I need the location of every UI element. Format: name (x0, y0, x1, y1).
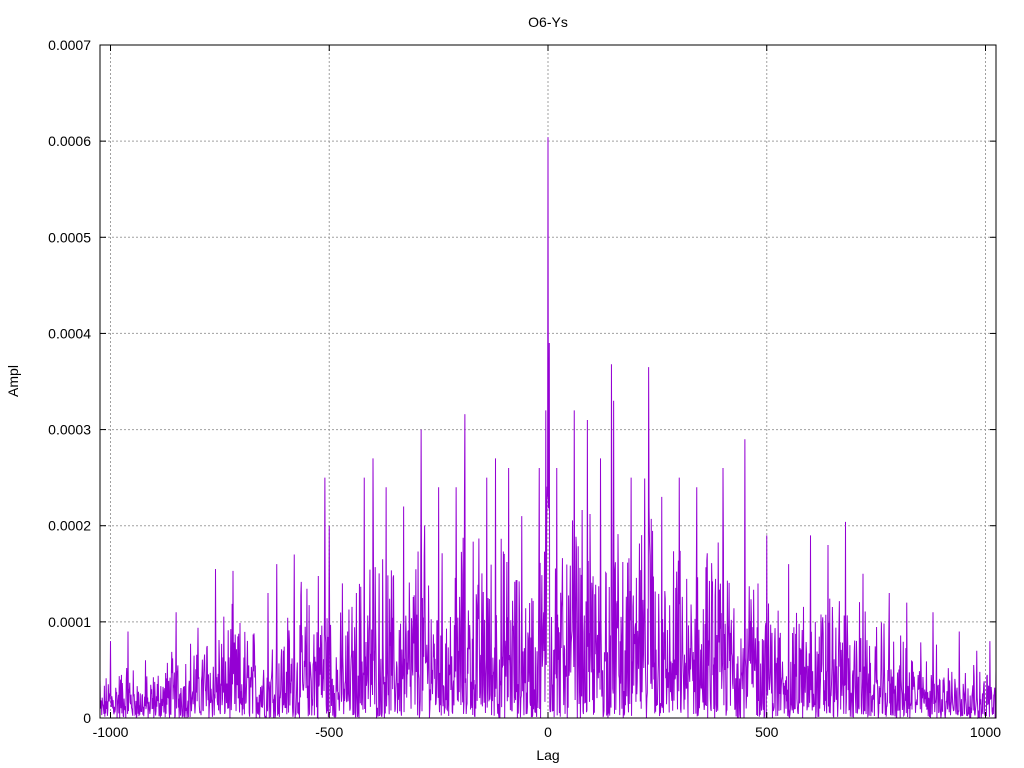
y-tick-label: 0.0005 (48, 229, 91, 245)
y-tick-label: 0.0006 (48, 133, 91, 149)
y-tick-label: 0.0002 (48, 518, 91, 534)
x-tick-label: 0 (544, 724, 552, 740)
x-tick-label: -500 (315, 724, 343, 740)
x-tick-label: 500 (755, 724, 779, 740)
y-tick-label: 0 (83, 710, 91, 726)
x-axis-label: Lag (536, 747, 559, 763)
y-axis-label: Ampl (5, 365, 21, 397)
y-tick-label: 0.0003 (48, 422, 91, 438)
x-tick-label: 1000 (970, 724, 1001, 740)
chart-title: O6-Ys (528, 14, 568, 30)
x-tick-label: -1000 (93, 724, 129, 740)
chart: -1000 -500 0 500 1000 0 0.0001 0.0002 0.0003 0.00… (0, 0, 1024, 768)
y-tick-label: 0.0007 (48, 37, 91, 53)
y-tick-label: 0.0001 (48, 614, 91, 630)
y-tick-label: 0.0004 (48, 325, 91, 341)
